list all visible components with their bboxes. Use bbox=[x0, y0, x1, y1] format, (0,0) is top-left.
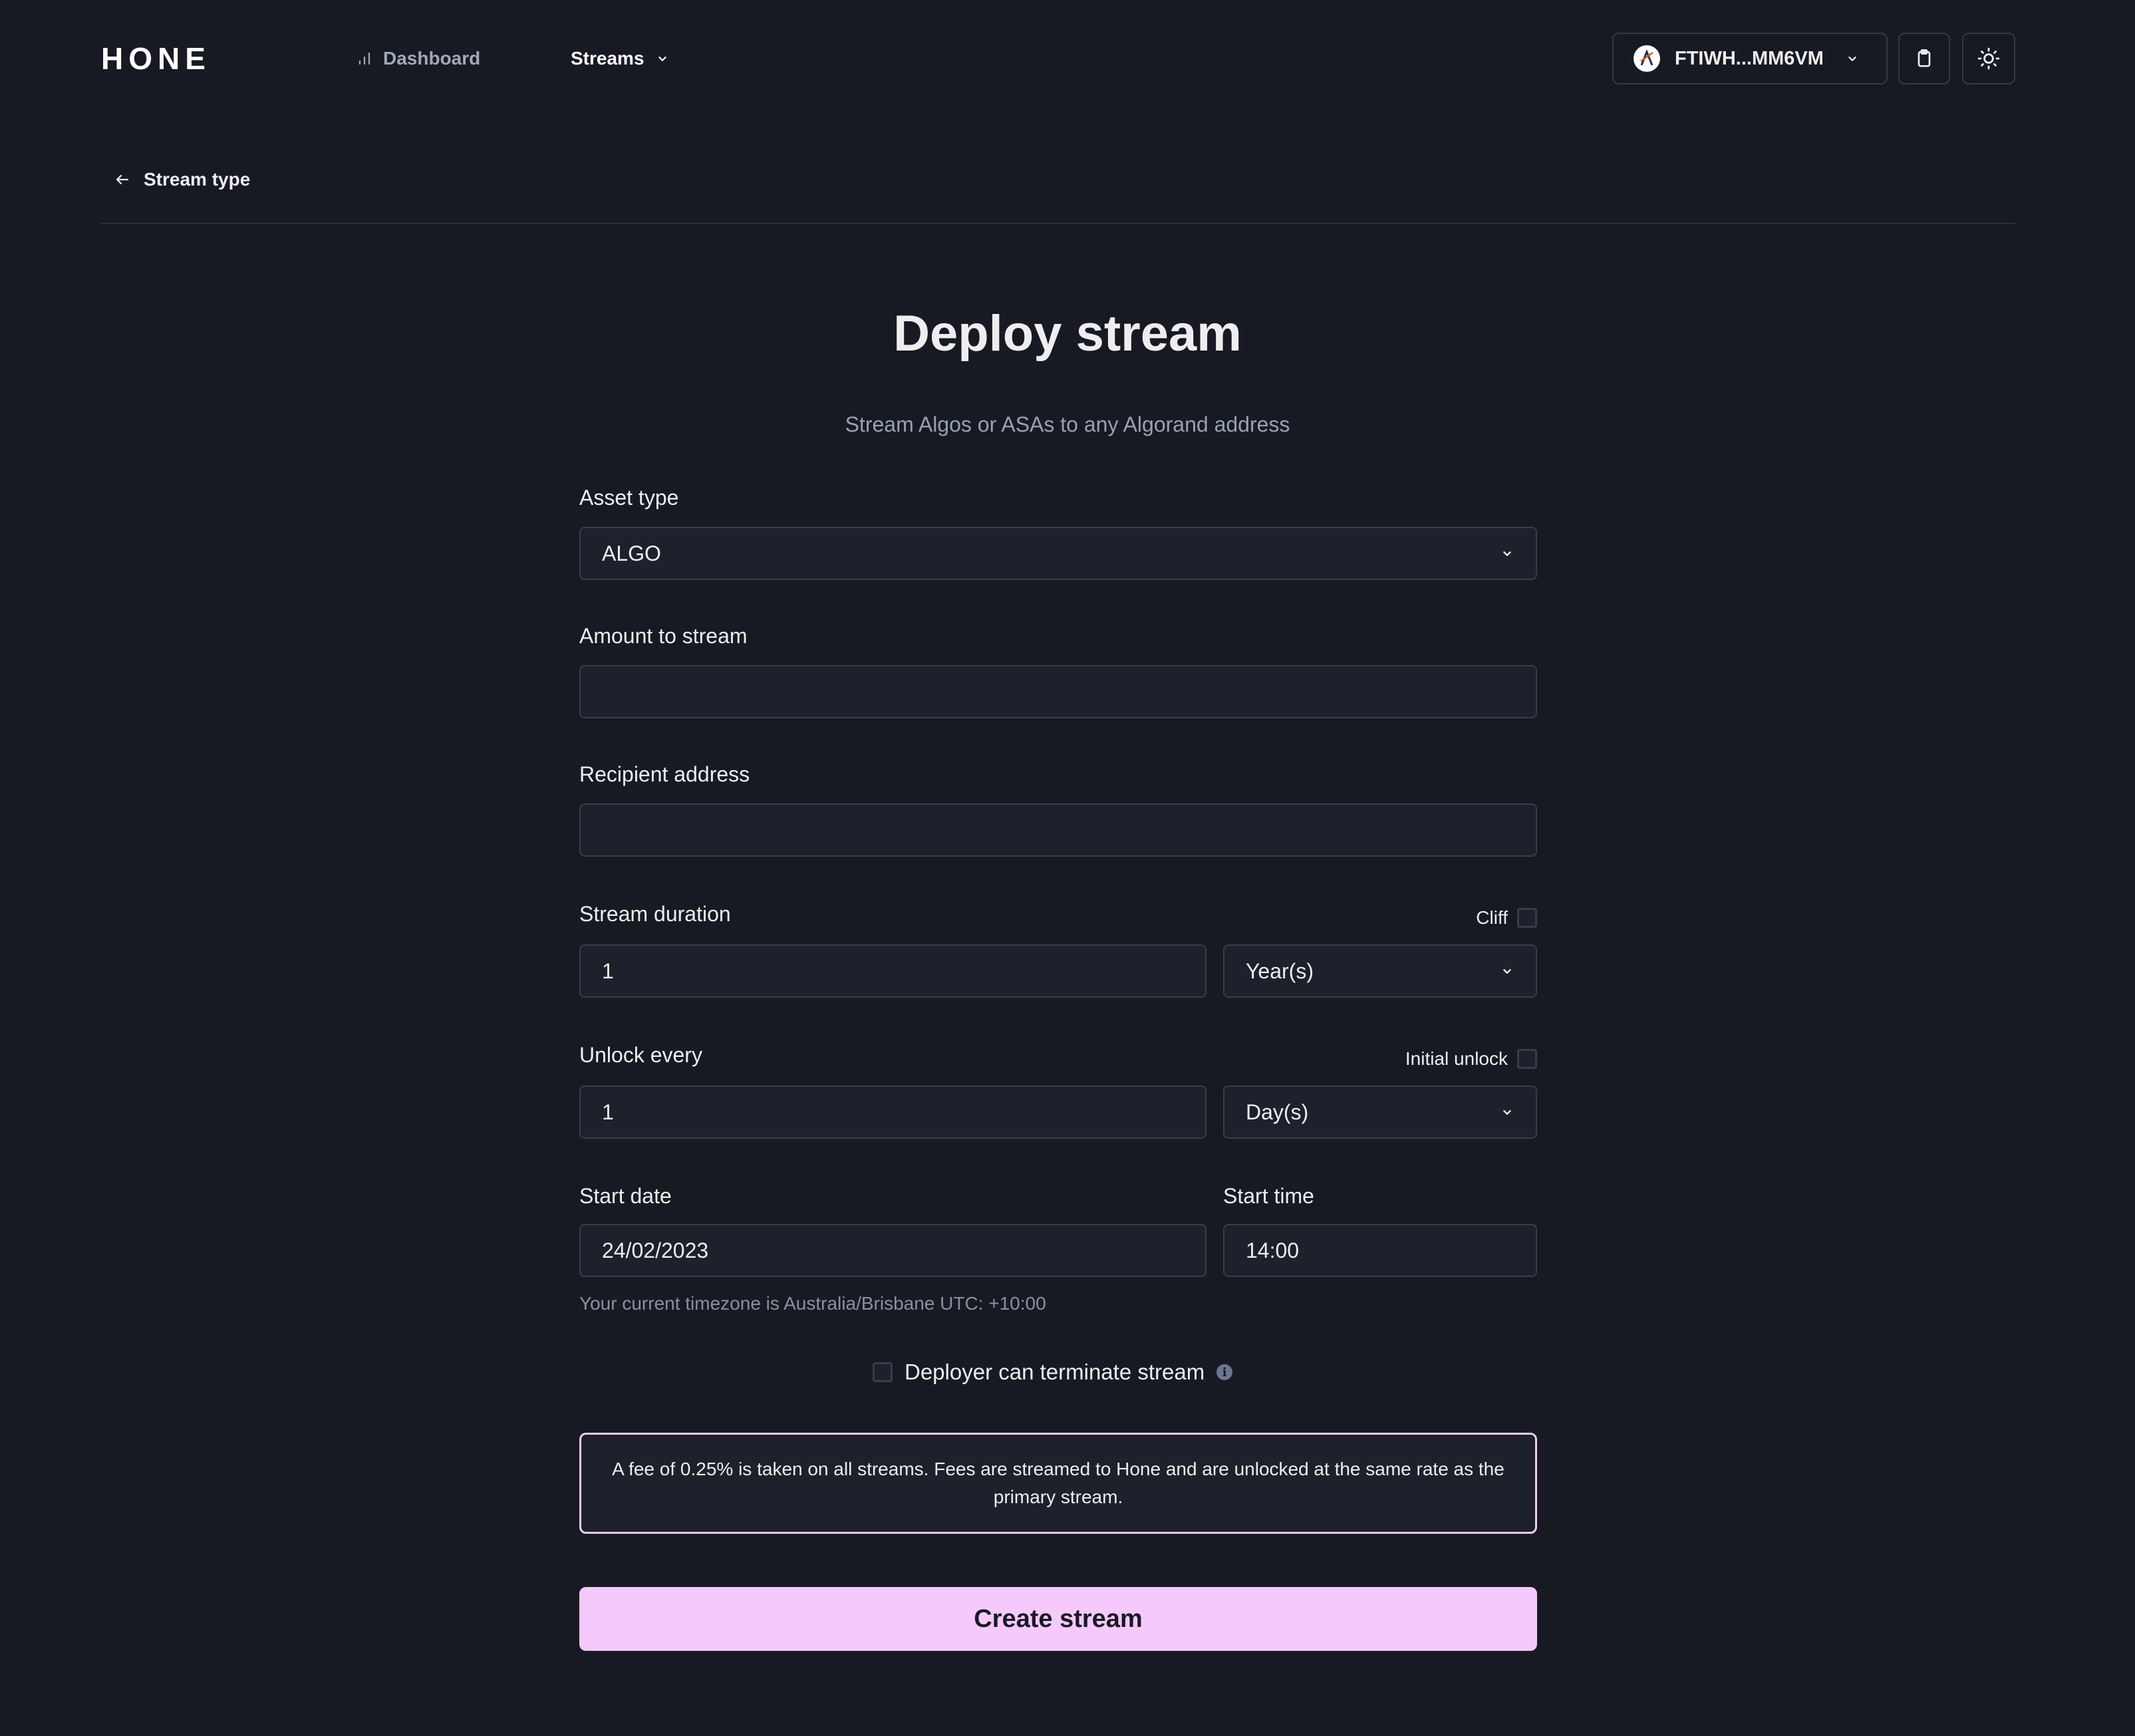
chevron-down-icon bbox=[1503, 1109, 1511, 1115]
clipboard-button[interactable] bbox=[1898, 33, 1950, 84]
bar-chart-icon bbox=[358, 52, 370, 65]
clipboard-icon bbox=[1918, 49, 1931, 67]
initial-unlock-toggle[interactable]: Initial unlock bbox=[1405, 1048, 1537, 1070]
start-date-field[interactable] bbox=[579, 1224, 1207, 1277]
terminate-label: Deployer can terminate stream bbox=[905, 1360, 1205, 1384]
start-date-label: Start date bbox=[579, 1184, 672, 1208]
page-title: Deploy stream bbox=[893, 305, 1242, 362]
wallet-button[interactable]: FTIWH...MM6VM bbox=[1612, 33, 1888, 84]
start-date-input[interactable] bbox=[602, 1238, 1184, 1263]
asset-type-label: Asset type bbox=[579, 486, 679, 509]
recipient-label: Recipient address bbox=[579, 762, 750, 786]
initial-unlock-checkbox[interactable] bbox=[1517, 1049, 1537, 1069]
duration-unit-select[interactable]: Year(s) bbox=[1223, 944, 1537, 998]
amount-field[interactable] bbox=[579, 665, 1537, 718]
nav-streams-dropdown[interactable]: Streams bbox=[571, 44, 670, 73]
chevron-down-icon bbox=[658, 57, 666, 61]
cliff-checkbox[interactable] bbox=[1517, 908, 1537, 928]
duration-field[interactable] bbox=[579, 944, 1207, 998]
unlock-field[interactable] bbox=[579, 1085, 1207, 1139]
divider bbox=[101, 223, 2015, 224]
nav-streams-label: Streams bbox=[571, 48, 644, 69]
asset-type-value: ALGO bbox=[602, 541, 661, 565]
algorand-logo-icon bbox=[1634, 45, 1660, 72]
asset-type-select[interactable]: ALGO bbox=[579, 527, 1537, 580]
logo-text: HONE bbox=[101, 41, 211, 76]
recipient-input[interactable] bbox=[602, 817, 1514, 843]
back-link-label: Stream type bbox=[144, 169, 251, 190]
nav-dashboard-label: Dashboard bbox=[383, 48, 481, 69]
start-time-field[interactable] bbox=[1223, 1224, 1537, 1277]
unlock-unit-value: Day(s) bbox=[1246, 1099, 1309, 1124]
unlock-unit-select[interactable]: Day(s) bbox=[1223, 1085, 1537, 1139]
cliff-toggle[interactable]: Cliff bbox=[1476, 907, 1537, 929]
chevron-down-icon bbox=[1503, 968, 1511, 974]
timezone-note: Your current timezone is Australia/Brisb… bbox=[579, 1293, 1046, 1314]
back-link[interactable]: Stream type bbox=[114, 166, 250, 193]
chevron-down-icon bbox=[1503, 551, 1511, 556]
fee-notice-text: A fee of 0.25% is taken on all streams. … bbox=[612, 1459, 1504, 1507]
chevron-down-icon bbox=[1848, 57, 1856, 61]
sun-icon bbox=[1977, 47, 2000, 70]
initial-unlock-label: Initial unlock bbox=[1405, 1048, 1508, 1069]
nav-dashboard[interactable]: Dashboard bbox=[356, 44, 480, 73]
hone-logo[interactable]: HONE bbox=[101, 41, 211, 76]
duration-label: Stream duration bbox=[579, 902, 731, 926]
amount-input[interactable] bbox=[602, 679, 1514, 704]
arrow-left-icon bbox=[116, 174, 129, 185]
create-stream-button[interactable]: Create stream bbox=[579, 1587, 1537, 1651]
terminate-checkbox[interactable] bbox=[873, 1362, 893, 1382]
info-icon[interactable]: i bbox=[1216, 1364, 1233, 1380]
page-subtitle: Stream Algos or ASAs to any Algorand add… bbox=[845, 412, 1290, 436]
terminate-option[interactable]: Deployer can terminate stream i bbox=[873, 1360, 1233, 1385]
unlock-input[interactable] bbox=[602, 1099, 1184, 1125]
start-time-input[interactable] bbox=[1246, 1238, 1514, 1263]
amount-label: Amount to stream bbox=[579, 624, 748, 648]
duration-input[interactable] bbox=[602, 958, 1184, 984]
duration-unit-value: Year(s) bbox=[1246, 958, 1314, 983]
cliff-label: Cliff bbox=[1476, 907, 1508, 928]
start-time-label: Start time bbox=[1223, 1184, 1314, 1208]
theme-toggle-button[interactable] bbox=[1962, 33, 2015, 84]
recipient-field[interactable] bbox=[579, 803, 1537, 857]
wallet-address: FTIWH...MM6VM bbox=[1675, 47, 1824, 69]
fee-notice: A fee of 0.25% is taken on all streams. … bbox=[579, 1433, 1537, 1534]
unlock-label: Unlock every bbox=[579, 1043, 702, 1067]
